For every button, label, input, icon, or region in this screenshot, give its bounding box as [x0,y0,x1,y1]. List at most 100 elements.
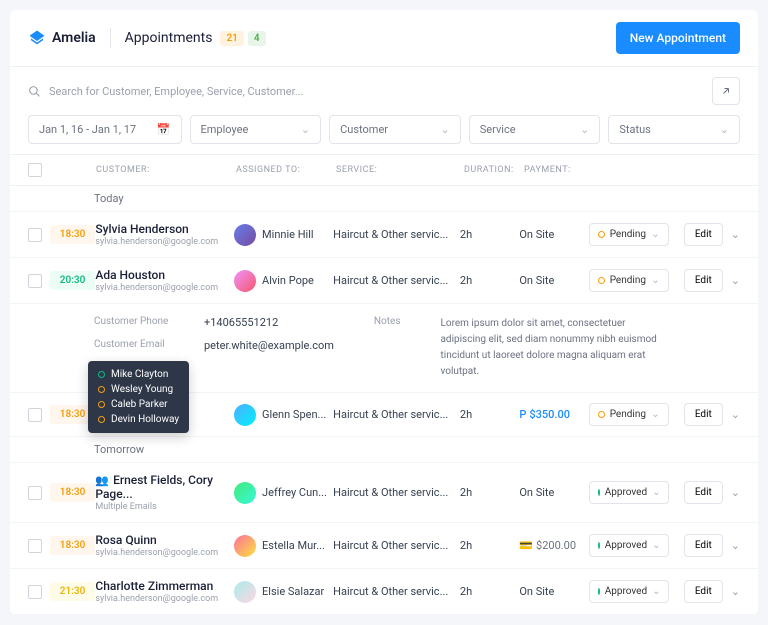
time-chip: 18:30 [50,536,96,555]
table-row: Mike ClaytonWesley YoungCaleb ParkerDevi… [10,393,758,437]
badge-approved-count: 4 [248,31,266,46]
status-dropdown[interactable]: Pending⌄ [589,223,669,246]
avatar [234,404,256,426]
chevron-down-icon: ⌄ [301,123,310,136]
customer-name: Rosa Quinn [95,533,156,547]
brand-name: Amelia [52,30,96,46]
search-placeholder: Search for Customer, Employee, Service, … [49,85,303,98]
table-row: 18:30 Rosa Quinnsylvia.henderson@google.… [10,523,758,569]
edit-button[interactable]: Edit [684,269,723,292]
edit-button[interactable]: Edit [684,534,723,557]
header: Amelia Appointments 21 4 New Appointment [10,10,758,67]
time-chip: 20:30 [50,271,96,290]
payment: P$350.00 [519,408,588,421]
table-row: 18:30 👥Ernest Fields, Cory Page...Multip… [10,463,758,523]
time-chip: 18:30 [50,225,96,244]
export-icon [720,85,732,97]
status-dropdown[interactable]: Pending⌄ [589,269,669,292]
status-dropdown[interactable]: Approved⌄ [589,481,669,504]
duration: 2h [460,274,519,287]
assigned-name: Jeffrey Cun... [262,486,327,499]
table-row: 18:30 Sylvia Hendersonsylvia.henderson@g… [10,212,758,258]
col-payment: PAYMENT: [524,165,594,175]
status-dropdown[interactable]: Approved⌄ [589,534,669,557]
tooltip-name: Wesley Young [111,384,173,395]
tooltip-name: Devin Holloway [111,414,179,425]
page-title: Appointments [125,30,213,46]
group-icon: 👥 [95,474,109,487]
customer-name: Sylvia Henderson [95,222,188,236]
avatar [234,581,256,603]
payment: On Site [519,486,588,499]
avatar [234,482,256,504]
time-chip: 21:30 [50,582,96,601]
row-checkbox[interactable] [28,228,42,242]
notes-text: Lorem ipsum dolor sit amet, consectetuer… [440,316,660,380]
edit-button[interactable]: Edit [684,223,723,246]
chevron-down-icon: ⌄ [441,123,450,136]
row-checkbox[interactable] [28,408,42,422]
search-input[interactable]: Search for Customer, Employee, Service, … [28,85,704,98]
col-service: SERVICE: [336,165,464,175]
payment: On Site [519,585,588,598]
filter-status[interactable]: Status⌄ [608,115,740,144]
more-button[interactable]: ⌄ [731,486,740,499]
assigned-name: Glenn Spen... [262,408,326,421]
table-row: 20:30 Ada Houstonsylvia.henderson@google… [10,258,758,304]
service-name: Haircut & Other servic... [333,274,460,287]
new-appointment-button[interactable]: New Appointment [616,22,740,54]
email-value: peter.white@example.com [204,339,334,352]
day-label-tomorrow: Tomorrow [10,437,758,463]
service-name: Haircut & Other servic... [333,585,460,598]
avatar [234,270,256,292]
phone-label: Customer Phone [94,316,184,329]
payment: On Site [519,228,588,241]
avatar [234,535,256,557]
customer-name: Ada Houston [95,268,165,282]
service-name: Haircut & Other servic... [333,408,460,421]
brand-logo: Amelia [28,29,96,47]
table-row: 21:30 Charlotte Zimmermansylvia.henderso… [10,569,758,615]
edit-button[interactable]: Edit [684,580,723,603]
col-customer: CUSTOMER: [96,165,236,175]
chevron-down-icon: ⌄ [580,123,589,136]
more-button[interactable]: ⌄ [731,408,740,421]
status-dropdown[interactable]: Approved⌄ [589,580,669,603]
export-button[interactable] [712,77,740,105]
filter-employee[interactable]: Employee⌄ [190,115,322,144]
customer-name: Ernest Fields, Cory Page... [95,473,213,501]
badge-pending-count: 21 [220,31,243,46]
status-dropdown[interactable]: Pending⌄ [589,403,669,426]
customer-email: sylvia.henderson@google.com [95,594,234,604]
filter-service[interactable]: Service⌄ [469,115,601,144]
search-icon [28,85,41,98]
col-assigned: ASSIGNED TO: [236,165,336,175]
time-chip: 18:30 [50,483,96,502]
calendar-icon: 📅 [157,123,171,136]
notes-label: Notes [374,316,401,327]
more-button[interactable]: ⌄ [731,228,740,241]
avatar [234,224,256,246]
payment: On Site [519,274,588,287]
tooltip-name: Mike Clayton [111,369,168,380]
assigned-name: Minnie Hill [262,228,314,241]
customer-email: Multiple Emails [95,502,234,512]
divider [110,28,111,48]
phone-value: +14065551212 [204,316,278,329]
customer-name: Charlotte Zimmerman [95,579,213,593]
select-all-checkbox[interactable] [28,163,42,177]
row-checkbox[interactable] [28,585,42,599]
email-label: Customer Email [94,339,184,352]
more-button[interactable]: ⌄ [731,585,740,598]
filter-date[interactable]: Jan 1, 16 - Jan 1, 17📅 [28,115,182,144]
edit-button[interactable]: Edit [684,403,723,426]
tooltip-name: Caleb Parker [111,399,168,410]
customer-email: sylvia.henderson@google.com [95,283,234,293]
row-checkbox[interactable] [28,486,42,500]
more-button[interactable]: ⌄ [731,274,740,287]
duration: 2h [460,585,519,598]
edit-button[interactable]: Edit [684,481,723,504]
day-label-today: Today [10,186,758,212]
row-checkbox[interactable] [28,274,42,288]
filter-customer[interactable]: Customer⌄ [329,115,461,144]
